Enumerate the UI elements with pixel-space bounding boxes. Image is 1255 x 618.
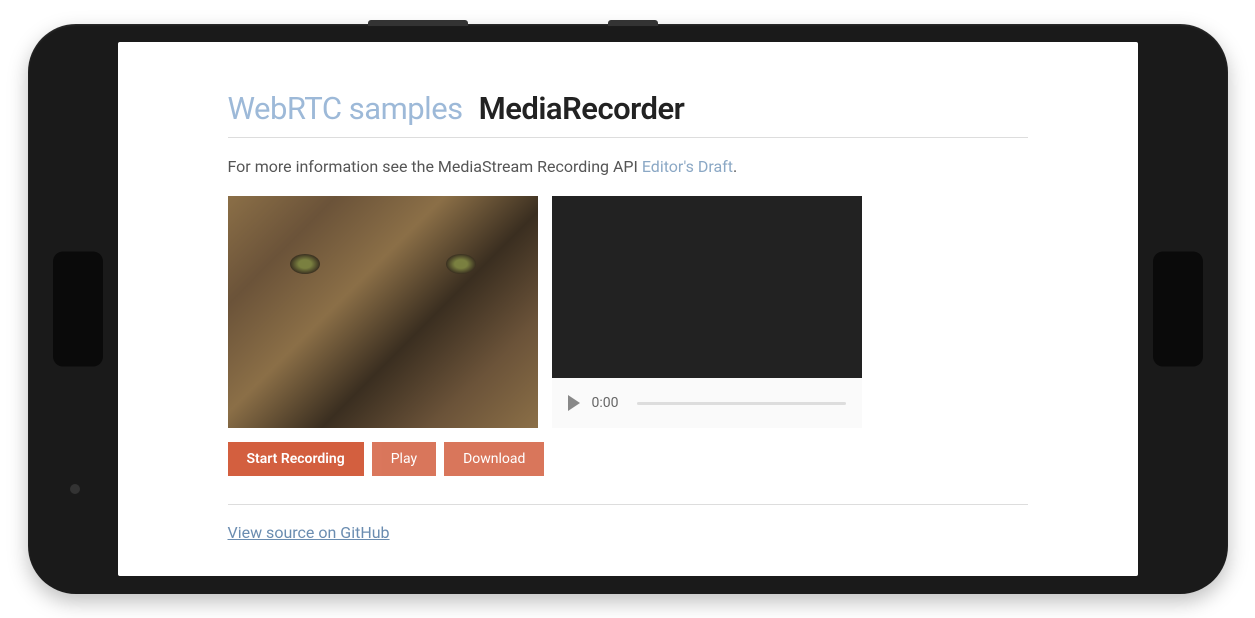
cat-preview-image [228, 196, 538, 428]
phone-screen: WebRTC samples MediaRecorder For more in… [118, 42, 1138, 576]
phone-camera [70, 484, 80, 494]
phone-power-button [608, 20, 658, 26]
view-source-link[interactable]: View source on GitHub [228, 523, 390, 542]
description-suffix: . [733, 157, 737, 176]
play-icon[interactable] [568, 395, 580, 411]
video-progress-bar[interactable] [637, 402, 846, 405]
live-video-preview[interactable] [228, 196, 538, 428]
video-controls: 0:00 [552, 378, 862, 428]
divider [228, 504, 1028, 505]
phone-volume-button [368, 20, 468, 26]
webrtc-samples-link[interactable]: WebRTC samples [228, 90, 463, 127]
play-button[interactable]: Play [372, 442, 436, 476]
phone-frame: WebRTC samples MediaRecorder For more in… [28, 24, 1228, 594]
page-content: WebRTC samples MediaRecorder For more in… [118, 42, 1138, 562]
phone-speaker-left [53, 252, 103, 367]
description-text: For more information see the MediaStream… [228, 156, 1028, 178]
recorded-video-player[interactable]: 0:00 [552, 196, 862, 428]
page-heading: WebRTC samples MediaRecorder [228, 90, 1028, 138]
video-row: 0:00 [228, 196, 1028, 428]
editors-draft-link[interactable]: Editor's Draft [642, 157, 733, 176]
download-button[interactable]: Download [444, 442, 544, 476]
video-viewport [552, 196, 862, 378]
phone-speaker-right [1153, 252, 1203, 367]
video-time: 0:00 [592, 395, 619, 411]
button-row: Start Recording Play Download [228, 442, 1028, 476]
description-prefix: For more information see the MediaStream… [228, 157, 642, 176]
start-recording-button[interactable]: Start Recording [228, 442, 364, 476]
page-title: MediaRecorder [479, 90, 685, 127]
